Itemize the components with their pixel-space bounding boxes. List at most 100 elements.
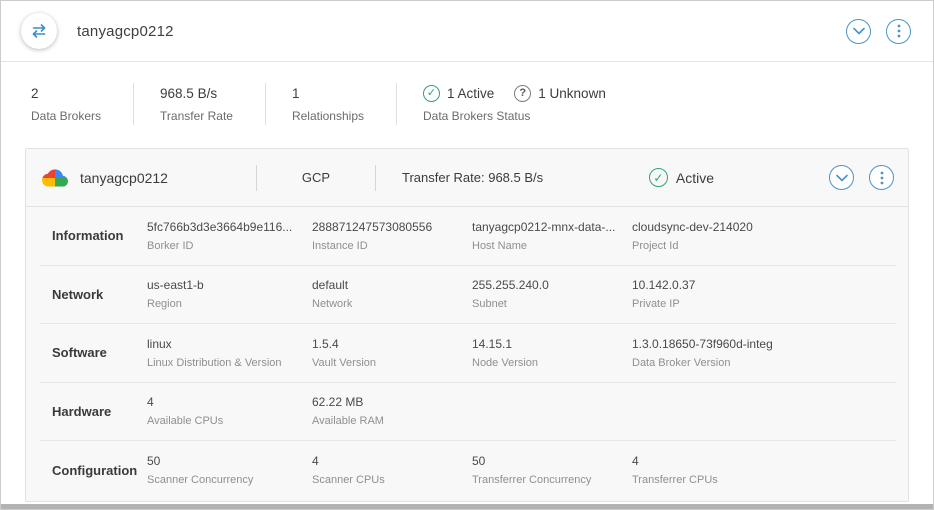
- card-actions: [829, 165, 894, 190]
- field-caption: Private IP: [632, 298, 886, 310]
- data-broker-group-page: tanyagcp0212 2 Data Brokers 968.5 B/s Tr…: [0, 0, 934, 510]
- broker-transfer-rate: Transfer Rate: 968.5 B/s: [402, 170, 543, 185]
- field: linux Linux Distribution & Version: [147, 337, 312, 369]
- stat-value: 1: [292, 86, 364, 101]
- field-value: 50: [472, 454, 622, 468]
- field: 62.22 MB Available RAM: [312, 395, 472, 427]
- question-circle-icon: ?: [514, 85, 531, 102]
- stat-label: Data Brokers: [31, 109, 101, 123]
- stat-data-brokers: 2 Data Brokers: [31, 86, 133, 123]
- field: 5fc766b3d3e3664b9e116... Borker ID: [147, 220, 312, 252]
- field-caption: Region: [147, 298, 302, 310]
- section-label: Hardware: [52, 404, 147, 419]
- broker-card-body: Information 5fc766b3d3e3664b9e116... Bor…: [26, 207, 908, 500]
- stat-value: 2: [31, 86, 101, 101]
- sync-arrows-icon: [21, 13, 57, 49]
- data-brokers-status: ✓ 1 Active ? 1 Unknown Data Brokers Stat…: [423, 85, 606, 123]
- field: 255.255.240.0 Subnet: [472, 278, 632, 310]
- field-value: 1.5.4: [312, 337, 462, 351]
- stats-divider: [133, 83, 134, 125]
- field-value: 4: [632, 454, 886, 468]
- section-row-information: Information 5fc766b3d3e3664b9e116... Bor…: [40, 207, 896, 266]
- field-caption: Vault Version: [312, 357, 462, 369]
- broker-card-header[interactable]: tanyagcp0212 GCP Transfer Rate: 968.5 B/…: [26, 149, 908, 207]
- field-caption: Network: [312, 298, 462, 310]
- status-active-label: 1 Active: [447, 86, 494, 101]
- status-group-label: Data Brokers Status: [423, 109, 606, 123]
- section-label: Information: [52, 228, 147, 243]
- section-label: Software: [52, 345, 147, 360]
- stat-value: 968.5 B/s: [160, 86, 233, 101]
- field-caption: Available CPUs: [147, 415, 302, 427]
- field-value: tanyagcp0212-mnx-data-...: [472, 220, 622, 234]
- broker-status-badge: ✓ Active: [649, 168, 714, 187]
- field-value: 14.15.1: [472, 337, 622, 351]
- broker-status-label: Active: [676, 170, 714, 186]
- broker-name: tanyagcp0212: [80, 170, 256, 186]
- stat-label: Transfer Rate: [160, 109, 233, 123]
- field-caption: Host Name: [472, 240, 622, 252]
- check-circle-icon: ✓: [423, 85, 440, 102]
- field-value: 4: [312, 454, 462, 468]
- field: 14.15.1 Node Version: [472, 337, 632, 369]
- chevron-down-icon: [853, 27, 865, 35]
- field: 50 Scanner Concurrency: [147, 454, 312, 486]
- field-value: linux: [147, 337, 302, 351]
- field-value: 1.3.0.18650-73f960d-integ: [632, 337, 886, 351]
- field-value: cloudsync-dev-214020: [632, 220, 886, 234]
- field-caption: Transferrer Concurrency: [472, 474, 622, 486]
- status-active: ✓ 1 Active: [423, 85, 494, 102]
- section-label: Network: [52, 287, 147, 302]
- broker-card: tanyagcp0212 GCP Transfer Rate: 968.5 B/…: [25, 148, 909, 502]
- check-circle-icon: ✓: [649, 168, 668, 187]
- field: 1.5.4 Vault Version: [312, 337, 472, 369]
- field-caption: Project Id: [632, 240, 886, 252]
- field: tanyagcp0212-mnx-data-... Host Name: [472, 220, 632, 252]
- horizontal-scrollbar[interactable]: [1, 504, 933, 509]
- field-value: 50: [147, 454, 302, 468]
- section-row-configuration: Configuration 50 Scanner Concurrency 4 S…: [40, 441, 896, 500]
- page-title: tanyagcp0212: [77, 23, 174, 40]
- header-actions: [846, 19, 911, 44]
- field-value: 288871247573080556: [312, 220, 462, 234]
- field: 4 Scanner CPUs: [312, 454, 472, 486]
- field-caption: Transferrer CPUs: [632, 474, 886, 486]
- broker-provider: GCP: [257, 170, 375, 185]
- card-kebab-menu-button[interactable]: [869, 165, 894, 190]
- stats-divider: [265, 83, 266, 125]
- field: 1.3.0.18650-73f960d-integ Data Broker Ve…: [632, 337, 896, 369]
- field-value: us-east1-b: [147, 278, 302, 292]
- card-header-divider: [375, 165, 376, 191]
- section-row-hardware: Hardware 4 Available CPUs 62.22 MB Avail…: [40, 383, 896, 442]
- card-chevron-down-button[interactable]: [829, 165, 854, 190]
- field: 50 Transferrer Concurrency: [472, 454, 632, 486]
- field-caption: Instance ID: [312, 240, 462, 252]
- chevron-down-icon: [836, 174, 848, 182]
- field: cloudsync-dev-214020 Project Id: [632, 220, 896, 252]
- field-value: 4: [147, 395, 302, 409]
- stat-relationships: 1 Relationships: [292, 86, 396, 123]
- field-value: 255.255.240.0: [472, 278, 622, 292]
- field-caption: Available RAM: [312, 415, 462, 427]
- section-label: Configuration: [52, 463, 147, 478]
- kebab-icon: [897, 24, 901, 38]
- field-value: 10.142.0.37: [632, 278, 886, 292]
- field-caption: Scanner Concurrency: [147, 474, 302, 486]
- stats-divider: [396, 83, 397, 125]
- field-caption: Scanner CPUs: [312, 474, 462, 486]
- section-row-software: Software linux Linux Distribution & Vers…: [40, 324, 896, 383]
- stat-transfer-rate: 968.5 B/s Transfer Rate: [160, 86, 265, 123]
- field-caption: Data Broker Version: [632, 357, 886, 369]
- field: default Network: [312, 278, 472, 310]
- field: us-east1-b Region: [147, 278, 312, 310]
- field-caption: Linux Distribution & Version: [147, 357, 302, 369]
- field: 10.142.0.37 Private IP: [632, 278, 896, 310]
- header: tanyagcp0212: [1, 1, 933, 62]
- field-value: 62.22 MB: [312, 395, 462, 409]
- header-chevron-down-button[interactable]: [846, 19, 871, 44]
- status-line: ✓ 1 Active ? 1 Unknown: [423, 85, 606, 102]
- status-unknown: ? 1 Unknown: [514, 85, 606, 102]
- header-kebab-menu-button[interactable]: [886, 19, 911, 44]
- field: 4 Available CPUs: [147, 395, 312, 427]
- field: 288871247573080556 Instance ID: [312, 220, 472, 252]
